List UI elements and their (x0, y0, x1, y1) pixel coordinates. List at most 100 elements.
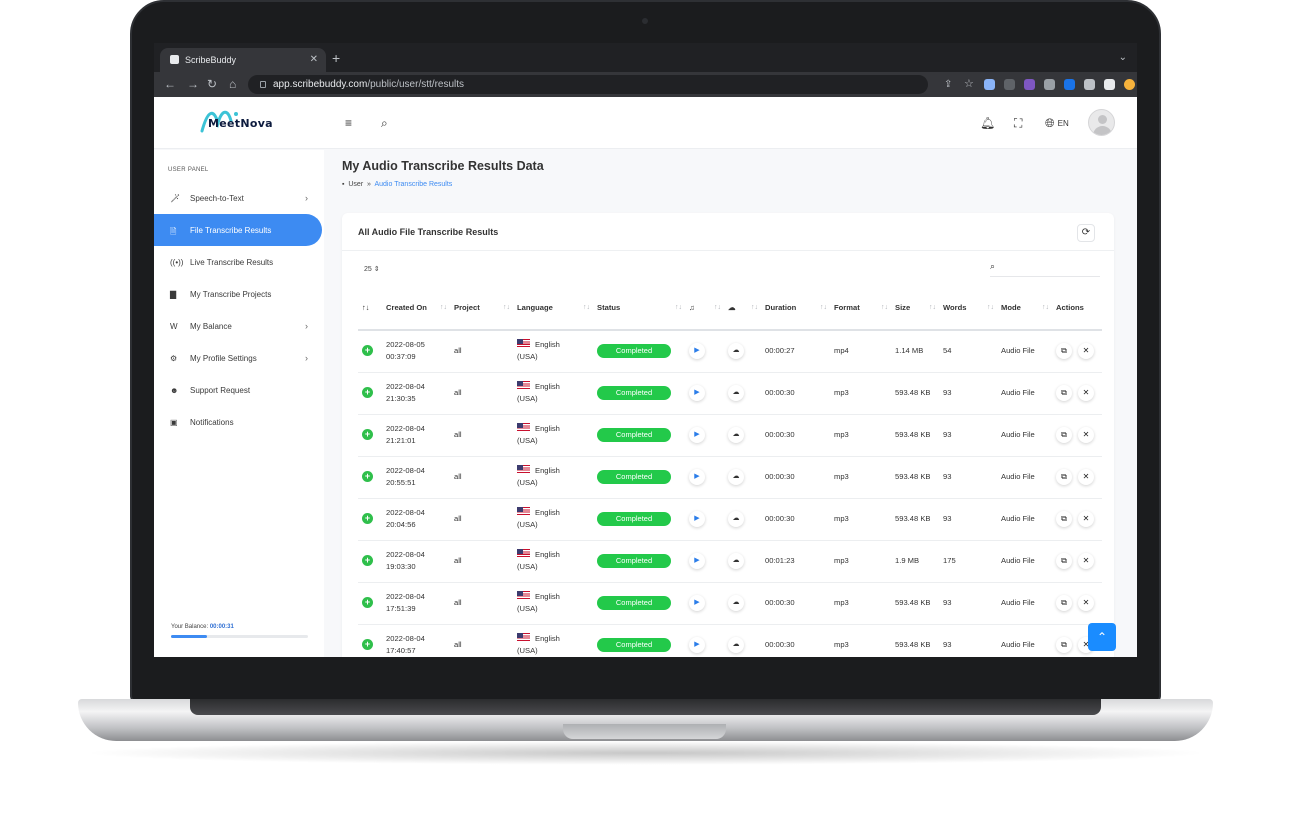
copy-icon[interactable]: ⧉ (1056, 469, 1072, 485)
duration-cell: 00:00:27 (761, 330, 830, 373)
play-icon[interactable]: ▶ (689, 511, 705, 527)
copy-icon[interactable]: ⧉ (1056, 343, 1072, 360)
extensions-puzzle-icon[interactable] (1084, 79, 1095, 90)
play-icon[interactable]: ▶ (689, 469, 705, 485)
status-cell: Completed (593, 372, 685, 415)
sidebar-item-notifications[interactable]: ▣ Notifications (154, 406, 322, 438)
sidebar-item-support-request[interactable]: ☻ Support Request (154, 374, 322, 406)
globe-icon: 🌐︎ (1045, 115, 1055, 130)
fullscreen-icon[interactable]: ⛶ (1014, 97, 1022, 149)
delete-icon[interactable]: ✕ (1078, 511, 1094, 527)
cloud-download-icon[interactable]: ☁ (728, 469, 744, 485)
tab-search-icon[interactable]: ⌄ (1119, 48, 1127, 68)
play-icon[interactable]: ▶ (689, 427, 705, 443)
extension-gear-icon[interactable] (1024, 79, 1035, 90)
delete-icon[interactable]: ✕ (1078, 595, 1094, 611)
play-icon[interactable]: ▶ (689, 637, 705, 653)
sidebar-item-my-profile-settings[interactable]: ⚙︎ My Profile Settings › (154, 342, 322, 374)
reload-icon[interactable]: ↻ (207, 72, 217, 97)
new-tab-button[interactable]: + (332, 48, 340, 68)
col-header-download[interactable]: ☁ ↑↓ (724, 286, 761, 331)
status-cell: Completed (593, 414, 685, 457)
expand-row-icon[interactable]: + (362, 555, 373, 566)
format-cell: mp3 (830, 624, 891, 657)
bookmark-star-icon[interactable]: ☆ (964, 79, 975, 90)
share-icon[interactable]: ⇪ (944, 79, 955, 90)
expand-row-icon[interactable]: + (362, 471, 373, 482)
address-bar[interactable]: app.scribebuddy.com/public/user/stt/resu… (248, 75, 928, 94)
col-header-size[interactable]: Size ↑↓ (891, 286, 939, 331)
copy-icon[interactable]: ⧉ (1056, 637, 1072, 653)
menu-toggle-icon[interactable]: ≡ (345, 97, 352, 149)
page-length-select[interactable]: 25 ⇕ (364, 265, 380, 273)
status-badge: Completed (597, 554, 671, 568)
cloud-download-icon[interactable]: ☁ (728, 595, 744, 611)
back-icon[interactable]: ← (164, 72, 176, 97)
scroll-to-top-button[interactable]: ⌃ (1088, 623, 1116, 651)
copy-icon[interactable]: ⧉ (1056, 553, 1072, 569)
cloud-download-icon[interactable]: ☁ (728, 553, 744, 569)
cloud-download-icon[interactable]: ☁ (728, 511, 744, 527)
copy-icon[interactable]: ⧉ (1056, 427, 1072, 443)
sidebar-item-speech-to-text[interactable]: 🪄︎ Speech-to-Text › (154, 182, 322, 214)
extension-blue-icon[interactable] (1064, 79, 1075, 90)
col-header-language[interactable]: Language ↑↓ (513, 286, 593, 331)
expand-row-icon[interactable]: + (362, 639, 373, 650)
expand-row-icon[interactable]: + (362, 597, 373, 608)
play-icon[interactable]: ▶ (689, 595, 705, 611)
expand-row-icon[interactable]: + (362, 387, 373, 398)
sidebar-section-label: USER PANEL (168, 167, 209, 173)
col-header-project[interactable]: Project ↑↓ (450, 286, 513, 331)
forward-icon[interactable]: → (187, 72, 199, 97)
breadcrumb-root[interactable]: User (348, 181, 363, 188)
cloud-download-icon[interactable]: ☁ (728, 637, 744, 653)
delete-icon[interactable]: ✕ (1078, 343, 1094, 360)
cloud-download-icon[interactable]: ☁ (728, 385, 744, 401)
browser-tab[interactable]: ScribeBuddy ✕ (160, 48, 326, 72)
expand-row-icon[interactable]: + (362, 429, 373, 440)
sidebar-item-live-transcribe-results[interactable]: ((•)) Live Transcribe Results (154, 246, 322, 278)
cloud-download-icon[interactable]: ☁ (728, 427, 744, 443)
expand-row-icon[interactable]: + (362, 345, 373, 357)
play-icon[interactable]: ▶ (689, 385, 705, 401)
delete-icon[interactable]: ✕ (1078, 553, 1094, 569)
notification-bell-icon[interactable]: 🔔︎ (980, 97, 995, 149)
copy-icon[interactable]: ⧉ (1056, 511, 1072, 527)
home-icon[interactable]: ⌂ (229, 72, 236, 97)
col-header-mode[interactable]: Mode ↑↓ (997, 286, 1052, 331)
col-header-duration[interactable]: Duration ↑↓ (761, 286, 830, 331)
search-icon[interactable]: ⌕ (381, 97, 388, 149)
copy-icon[interactable]: ⧉ (1056, 385, 1072, 401)
sort-icon: ↑↓ (751, 304, 758, 311)
col-header-words[interactable]: Words ↑↓ (939, 286, 997, 331)
sidebar-item-my-balance[interactable]: W My Balance › (154, 310, 322, 342)
col-header-sort[interactable]: ↑↓ (358, 286, 382, 331)
cloud-download-icon[interactable]: ☁ (728, 343, 744, 360)
user-avatar[interactable] (1088, 109, 1115, 136)
language-selector[interactable]: 🌐︎ EN (1045, 97, 1069, 149)
extension-eyedropper-icon[interactable] (1004, 79, 1015, 90)
sidebar-item-file-transcribe-results[interactable]: 🗎︎ File Transcribe Results (154, 214, 322, 246)
extension-pen-icon[interactable] (984, 79, 995, 90)
webcam (642, 18, 648, 24)
col-header-format[interactable]: Format ↑↓ (830, 286, 891, 331)
delete-icon[interactable]: ✕ (1078, 385, 1094, 401)
play-icon[interactable]: ▶ (689, 553, 705, 569)
sidebar-item-my-transcribe-projects[interactable]: ▇ My Transcribe Projects (154, 278, 322, 310)
expand-row-icon[interactable]: + (362, 513, 373, 524)
delete-icon[interactable]: ✕ (1078, 427, 1094, 443)
side-panel-icon[interactable] (1104, 79, 1115, 90)
col-header-created-on[interactable]: Created On ↑↓ (382, 286, 450, 331)
col-header-status[interactable]: Status ↑↓ (593, 286, 685, 331)
status-badge: Completed (597, 470, 671, 484)
delete-icon[interactable]: ✕ (1078, 469, 1094, 485)
refresh-button[interactable]: ⟳ (1077, 224, 1095, 242)
duration-cell: 00:00:30 (761, 372, 830, 415)
table-search-input[interactable]: ⌕ (990, 261, 1100, 277)
tab-close-icon[interactable]: ✕ (310, 48, 318, 72)
play-icon[interactable]: ▶ (689, 343, 705, 360)
extension-square-icon[interactable] (1044, 79, 1055, 90)
copy-icon[interactable]: ⧉ (1056, 595, 1072, 611)
col-header-audio[interactable]: ♫ ↑↓ (685, 286, 724, 331)
profile-avatar-icon[interactable] (1124, 79, 1135, 90)
